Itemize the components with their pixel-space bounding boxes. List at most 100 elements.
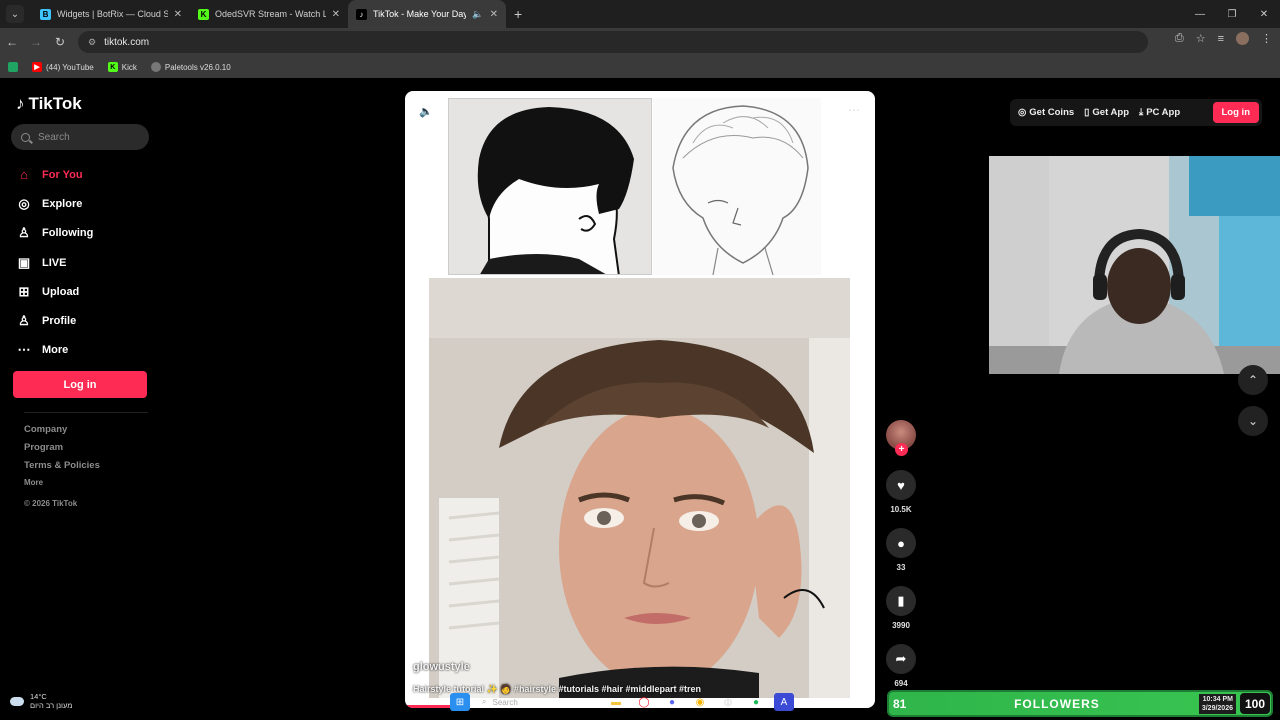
bookmark-icon[interactable]: ▮ xyxy=(886,586,916,616)
sidebar-item-label: LIVE xyxy=(42,256,67,269)
video-player[interactable]: 🔈 ⋯ glowustyle Hairstyle tutorial ✨ 🧑 #h… xyxy=(405,91,875,708)
bookmark-paletools[interactable]: Paletools v26.0.10 xyxy=(150,62,231,72)
discord-icon[interactable]: ● xyxy=(662,693,682,711)
close-window-icon[interactable]: ✕ xyxy=(1248,9,1280,20)
get-coins-button[interactable]: ◎ Get Coins xyxy=(1018,107,1074,118)
file-explorer-icon[interactable]: ▬ xyxy=(606,693,626,711)
speaker-icon[interactable]: 🔈 xyxy=(472,9,483,20)
sidebar-item-label: Following xyxy=(42,227,94,240)
search-icon: ⌕ xyxy=(482,697,487,706)
tab-title: Widgets | BotRix — Cloud Strea xyxy=(57,9,168,19)
followers-label: FOLLOWERS xyxy=(1014,696,1100,711)
more-options-icon[interactable]: ⋯ xyxy=(848,103,861,117)
sidebar-item-live[interactable]: ▣ LIVE xyxy=(16,248,93,277)
sidebar-item-following[interactable]: ♙ Following xyxy=(16,219,93,248)
bookmark-youtube[interactable]: ▶ (44) YouTube xyxy=(32,62,94,72)
header-login-button[interactable]: Log in xyxy=(1212,102,1259,123)
weather-widget[interactable]: 14°C מעונן רב היום xyxy=(10,692,72,710)
pc-app-label: PC App xyxy=(1146,107,1181,118)
sidebar-item-label: For You xyxy=(42,168,83,181)
follow-plus-icon[interactable]: + xyxy=(895,443,908,456)
opera-icon[interactable]: ◯ xyxy=(634,693,654,711)
profile-avatar-icon[interactable] xyxy=(1236,32,1249,45)
share-icon[interactable]: ➦ xyxy=(886,644,916,674)
chrome-icon[interactable]: ◉ xyxy=(690,693,710,711)
tab-search-button[interactable]: ⌄ xyxy=(6,5,24,23)
footer-link-company[interactable]: Company xyxy=(24,424,100,442)
sidebar-item-label: Profile xyxy=(42,315,77,328)
coin-icon: ◎ xyxy=(1018,107,1027,118)
forward-icon[interactable]: → xyxy=(24,35,48,49)
obs-icon[interactable]: ◍ xyxy=(718,693,738,711)
sidebar-item-explore[interactable]: ◎ Explore xyxy=(16,189,93,218)
reload-icon[interactable]: ↻ xyxy=(48,35,72,49)
windows-start-icon[interactable]: ⊞ xyxy=(450,693,470,711)
bookmark-kick[interactable]: K Kick xyxy=(107,62,137,72)
install-app-icon[interactable]: ⎙ xyxy=(1175,32,1184,45)
media-controls-icon[interactable]: ≡ xyxy=(1218,33,1224,45)
search-input[interactable]: Search xyxy=(11,124,149,150)
botrix-favicon-icon: B xyxy=(40,8,51,20)
new-tab-button[interactable]: + xyxy=(514,6,522,22)
logo-text: TikTok xyxy=(28,94,82,113)
footer-link-more[interactable]: More xyxy=(24,478,100,498)
share-action[interactable]: ➦ 694 xyxy=(883,644,919,688)
footer-link-terms[interactable]: Terms & Policies xyxy=(24,460,100,478)
webcam-overlay xyxy=(989,156,1280,374)
kick-icon: K xyxy=(107,62,118,72)
site-info-icon[interactable]: ⚙ xyxy=(88,37,96,48)
spotify-icon[interactable]: ● xyxy=(746,693,766,711)
tab-title: TikTok - Make Your Day xyxy=(373,9,467,19)
next-video-button[interactable]: ⌄ xyxy=(1238,406,1268,436)
creator-avatar[interactable]: + xyxy=(886,420,916,456)
sidebar-login-button[interactable]: Log in xyxy=(13,371,147,398)
sheets-icon xyxy=(8,62,18,72)
taskbar: ⊞ ⌕ Search ▬ ◯ ● ◉ ◍ ● A xyxy=(450,693,794,711)
tab-botrix[interactable]: B Widgets | BotRix — Cloud Strea ✕ xyxy=(32,0,190,28)
tiktok-logo[interactable]: ♪ TikTok xyxy=(16,94,82,114)
sidebar-item-profile[interactable]: ♙ Profile xyxy=(16,306,93,335)
tab-close-icon[interactable]: ✕ xyxy=(490,9,498,20)
tab-close-icon[interactable]: ✕ xyxy=(174,9,182,20)
globe-icon xyxy=(150,62,161,72)
mute-icon[interactable]: 🔈 xyxy=(419,105,433,118)
ea-app-icon[interactable]: A xyxy=(774,693,794,711)
screen: ⌄ B Widgets | BotRix — Cloud Strea ✕ K O… xyxy=(0,0,1280,720)
sidebar-item-upload[interactable]: ⊞ Upload xyxy=(16,277,93,306)
footer-link-program[interactable]: Program xyxy=(24,442,100,460)
save-action[interactable]: ▮ 3990 xyxy=(883,586,919,630)
tab-close-icon[interactable]: ✕ xyxy=(332,9,340,20)
tab-tiktok[interactable]: ♪ TikTok - Make Your Day 🔈 ✕ xyxy=(348,0,506,28)
download-icon: ⤓ xyxy=(1139,107,1144,118)
browser-menu-icon[interactable]: ⋮ xyxy=(1261,32,1272,45)
copyright: © 2026 TikTok xyxy=(24,499,78,508)
sidebar-item-more[interactable]: ⋯ More xyxy=(16,336,93,365)
url-input[interactable]: ⚙ tiktok.com xyxy=(78,31,1148,53)
like-action[interactable]: ♥ 10.5K xyxy=(883,470,919,514)
taskbar-search[interactable]: ⌕ Search xyxy=(478,693,598,711)
bookmark-star-icon[interactable]: ☆ xyxy=(1196,32,1206,45)
sidebar-item-for-you[interactable]: ⌂ For You xyxy=(16,160,93,189)
back-icon[interactable]: ← xyxy=(0,35,24,49)
tiktok-favicon-icon: ♪ xyxy=(356,8,367,20)
video-username[interactable]: glowustyle xyxy=(413,661,470,673)
video-frame-person xyxy=(429,278,850,698)
previous-video-button[interactable]: ⌃ xyxy=(1238,365,1268,395)
kick-favicon-icon: K xyxy=(198,8,209,20)
heart-icon[interactable]: ♥ xyxy=(886,470,916,500)
system-clock[interactable]: 10:34 PM 3/29/2026 xyxy=(1198,693,1236,714)
pc-app-button[interactable]: ⤓ PC App xyxy=(1139,107,1180,118)
like-count: 10.5K xyxy=(890,505,912,514)
bookmark-apps[interactable] xyxy=(8,62,18,72)
restore-icon[interactable]: ❐ xyxy=(1216,9,1248,20)
dots-icon: ⋯ xyxy=(17,342,31,358)
sidebar-nav: ⌂ For You ◎ Explore ♙ Following ▣ LIVE ⊞ Uplo… xyxy=(16,160,94,365)
youtube-icon: ▶ xyxy=(32,62,42,72)
browser-tab-strip: ⌄ B Widgets | BotRix — Cloud Strea ✕ K O… xyxy=(0,0,1280,28)
comment-action[interactable]: ● 33 xyxy=(883,528,919,572)
comment-icon[interactable]: ● xyxy=(886,528,916,558)
taskbar-search-label: Search xyxy=(492,697,518,707)
get-app-button[interactable]: ▯ Get App xyxy=(1084,107,1129,118)
minimize-icon[interactable]: — xyxy=(1184,9,1216,20)
tab-kick[interactable]: K OdedSVR Stream - Watch Live o ✕ xyxy=(190,0,348,28)
